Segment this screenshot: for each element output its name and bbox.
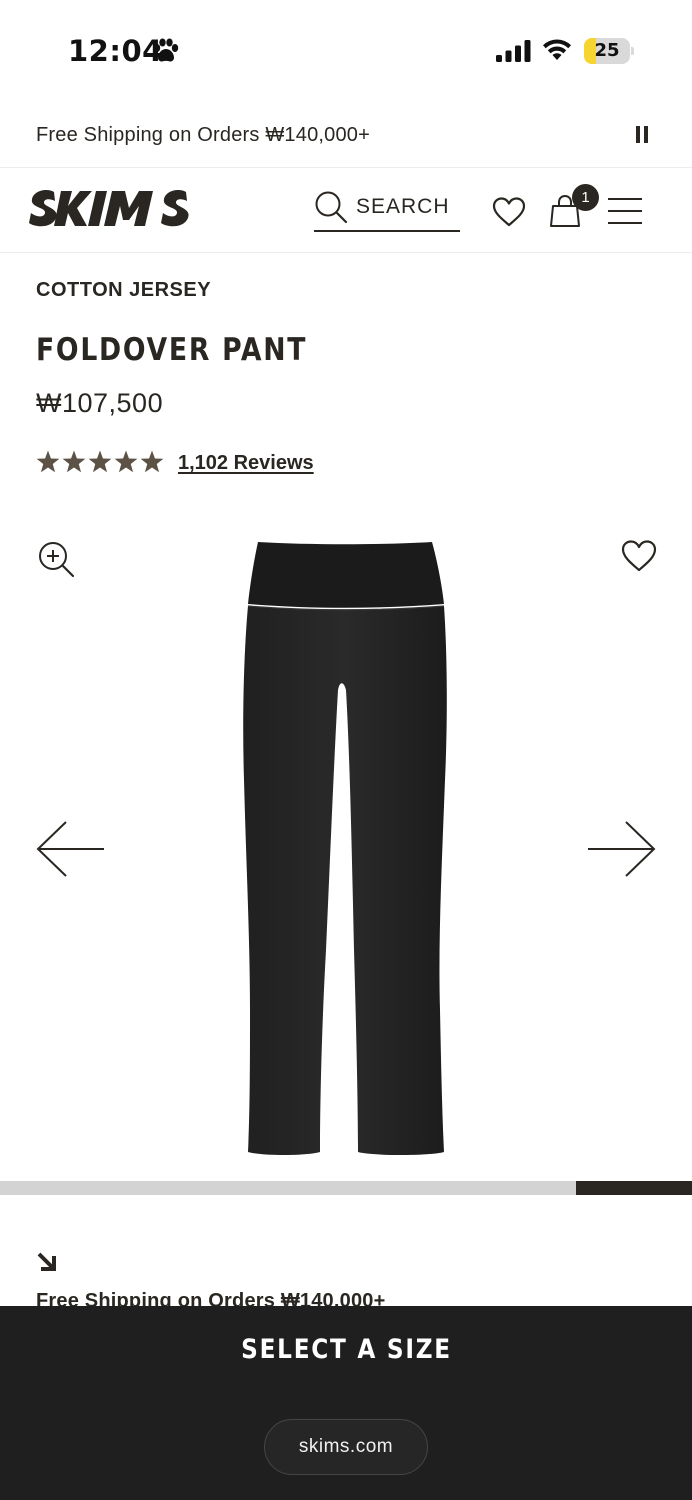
star-icon — [88, 450, 112, 473]
status-time: 12:04 — [68, 34, 163, 68]
select-size-button[interactable]: SELECT A SIZE — [0, 1334, 692, 1365]
search-label: SEARCH — [356, 195, 450, 218]
star-icon — [114, 450, 138, 473]
url-bar[interactable]: skims.com — [264, 1419, 428, 1475]
hamburger-menu-icon[interactable] — [608, 198, 642, 224]
arrow-left-icon[interactable] — [36, 820, 106, 878]
search-icon — [315, 191, 348, 224]
wishlist-heart-icon[interactable] — [492, 196, 526, 228]
site-header: SKIMS SEARCH 1 — [0, 168, 692, 253]
gallery-progress-indicator — [576, 1181, 692, 1195]
star-icon — [62, 450, 86, 473]
promo-text: Free Shipping on Orders ₩140,000+ — [36, 124, 371, 146]
cart-count-badge: 1 — [572, 184, 599, 211]
gallery-progress-track — [0, 1181, 692, 1195]
brand-logo[interactable]: SKIMS — [28, 186, 200, 232]
product-title: FOLDOVER PANT — [36, 332, 308, 368]
cellular-signal-icon — [496, 40, 531, 62]
reviews-link[interactable]: 1,102 Reviews — [178, 452, 314, 475]
star-icon — [140, 450, 164, 473]
favorite-heart-icon[interactable] — [621, 539, 657, 573]
zoom-in-icon[interactable] — [38, 541, 76, 579]
rating-stars[interactable] — [36, 450, 166, 474]
product-price: ₩107,500 — [36, 388, 164, 418]
arrow-down-right-icon — [37, 1252, 56, 1271]
product-collection[interactable]: COTTON JERSEY — [36, 279, 211, 302]
battery-icon: 25 — [584, 38, 634, 64]
bottom-cta-bar: SELECT A SIZE skims.com — [0, 1306, 692, 1500]
product-image — [243, 542, 447, 1155]
status-bar: 12:04 25 — [0, 0, 692, 100]
star-icon — [36, 450, 60, 473]
search-box[interactable]: SEARCH — [314, 188, 460, 232]
battery-level: 25 — [594, 40, 620, 61]
arrow-right-icon[interactable] — [586, 820, 656, 878]
wifi-icon — [543, 39, 571, 60]
select-size-label: SELECT A SIZE — [240, 1334, 452, 1365]
promo-banner: Free Shipping on Orders ₩140,000+ — [0, 100, 692, 168]
paw-icon — [153, 38, 179, 62]
pause-button[interactable] — [636, 126, 650, 144]
